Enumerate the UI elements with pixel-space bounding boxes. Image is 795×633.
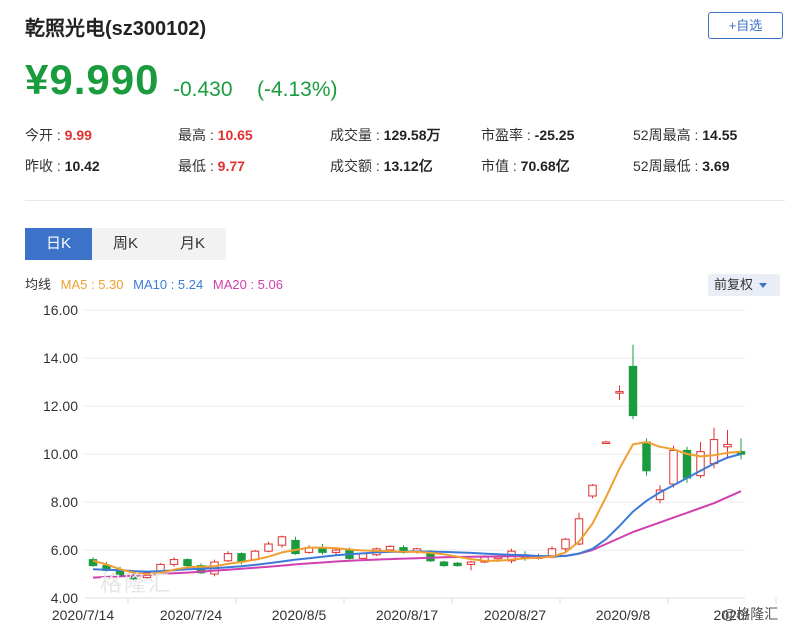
tab-day[interactable]: 日K [25, 228, 92, 260]
candle-body [642, 441, 651, 472]
stock-title: 乾照光电(sz300102) [25, 18, 207, 40]
current-price: ¥9.990 [25, 56, 160, 103]
stat-52w-low: 52周最低 : 3.69 [633, 158, 730, 174]
ma10-line [92, 453, 742, 573]
candle-body [183, 559, 192, 567]
price-change: -0.430 [173, 78, 233, 101]
divider [25, 200, 785, 201]
stat-turnover: 成交额 : 13.12亿 [330, 158, 433, 174]
candle-body [669, 449, 678, 485]
candle-body [709, 439, 719, 465]
candle-body [615, 391, 624, 394]
stat-pe: 市盈率 : -25.25 [481, 127, 575, 143]
x-tick-label: 2020/8/5 [272, 607, 327, 623]
candle-body [601, 441, 611, 444]
y-tick-label: 6.00 [51, 542, 78, 558]
tab-week[interactable]: 周K [92, 228, 159, 260]
stat-prev-close: 昨收 : 10.42 [25, 158, 100, 174]
candle-body [466, 561, 476, 565]
x-tick-label: 2020/7/14 [52, 607, 114, 623]
legend-ma20: MA20 : 5.06 [212, 277, 283, 292]
x-tick-label: 2020/8/17 [376, 607, 438, 623]
candle-body [385, 545, 395, 551]
adjust-label: 前复权 [714, 277, 754, 292]
period-tabs: 日K 周K 月K [25, 228, 226, 260]
stat-open: 今开 : 9.99 [25, 127, 92, 143]
add-watchlist-button[interactable]: +自选 [708, 12, 783, 39]
y-tick-label: 4.00 [51, 590, 78, 606]
y-tick-label: 8.00 [51, 494, 78, 510]
candle-body [291, 539, 300, 555]
candle-body [264, 543, 273, 552]
stat-market-cap: 市值 : 70.68亿 [481, 158, 570, 174]
candle-body [277, 536, 287, 546]
candle-body [723, 443, 732, 448]
candle-body [453, 562, 462, 567]
x-tick-label: 2020/8/27 [484, 607, 546, 623]
adjust-dropdown[interactable]: 前复权 [708, 274, 780, 296]
y-tick-label: 10.00 [43, 446, 78, 462]
stat-high: 最高 : 10.65 [178, 127, 253, 143]
candle-body [439, 561, 449, 567]
candle-body [628, 365, 638, 417]
candle-body [561, 538, 570, 550]
ma-legend: 均线 MA5 : 5.30 MA10 : 5.24 MA20 : 5.06 [25, 274, 289, 293]
candle-body [588, 484, 597, 497]
price-change-percent: (-4.13%) [257, 78, 338, 101]
x-tick-label: 2020/9/8 [596, 607, 651, 623]
legend-prefix: 均线 [25, 277, 52, 292]
stat-volume: 成交量 : 129.58万 [330, 127, 441, 143]
y-tick-label: 14.00 [43, 350, 78, 366]
tab-month[interactable]: 月K [159, 228, 226, 260]
x-tick-label: 2020/7/24 [160, 607, 222, 623]
watermark-text: @格隆汇 [722, 606, 779, 622]
legend-ma5: MA5 : 5.30 [60, 277, 124, 292]
watermark-logo: 格隆汇 [100, 571, 173, 596]
legend-ma10: MA10 : 5.24 [133, 277, 204, 292]
y-tick-label: 12.00 [43, 398, 78, 414]
candle-body [169, 559, 179, 565]
caret-down-icon [759, 283, 768, 289]
y-tick-label: 16.00 [43, 302, 78, 318]
candle-body [331, 549, 341, 553]
candle-body [223, 553, 233, 562]
stat-low: 最低 : 9.77 [178, 158, 245, 174]
stat-52w-high: 52周最高 : 14.55 [633, 127, 738, 143]
